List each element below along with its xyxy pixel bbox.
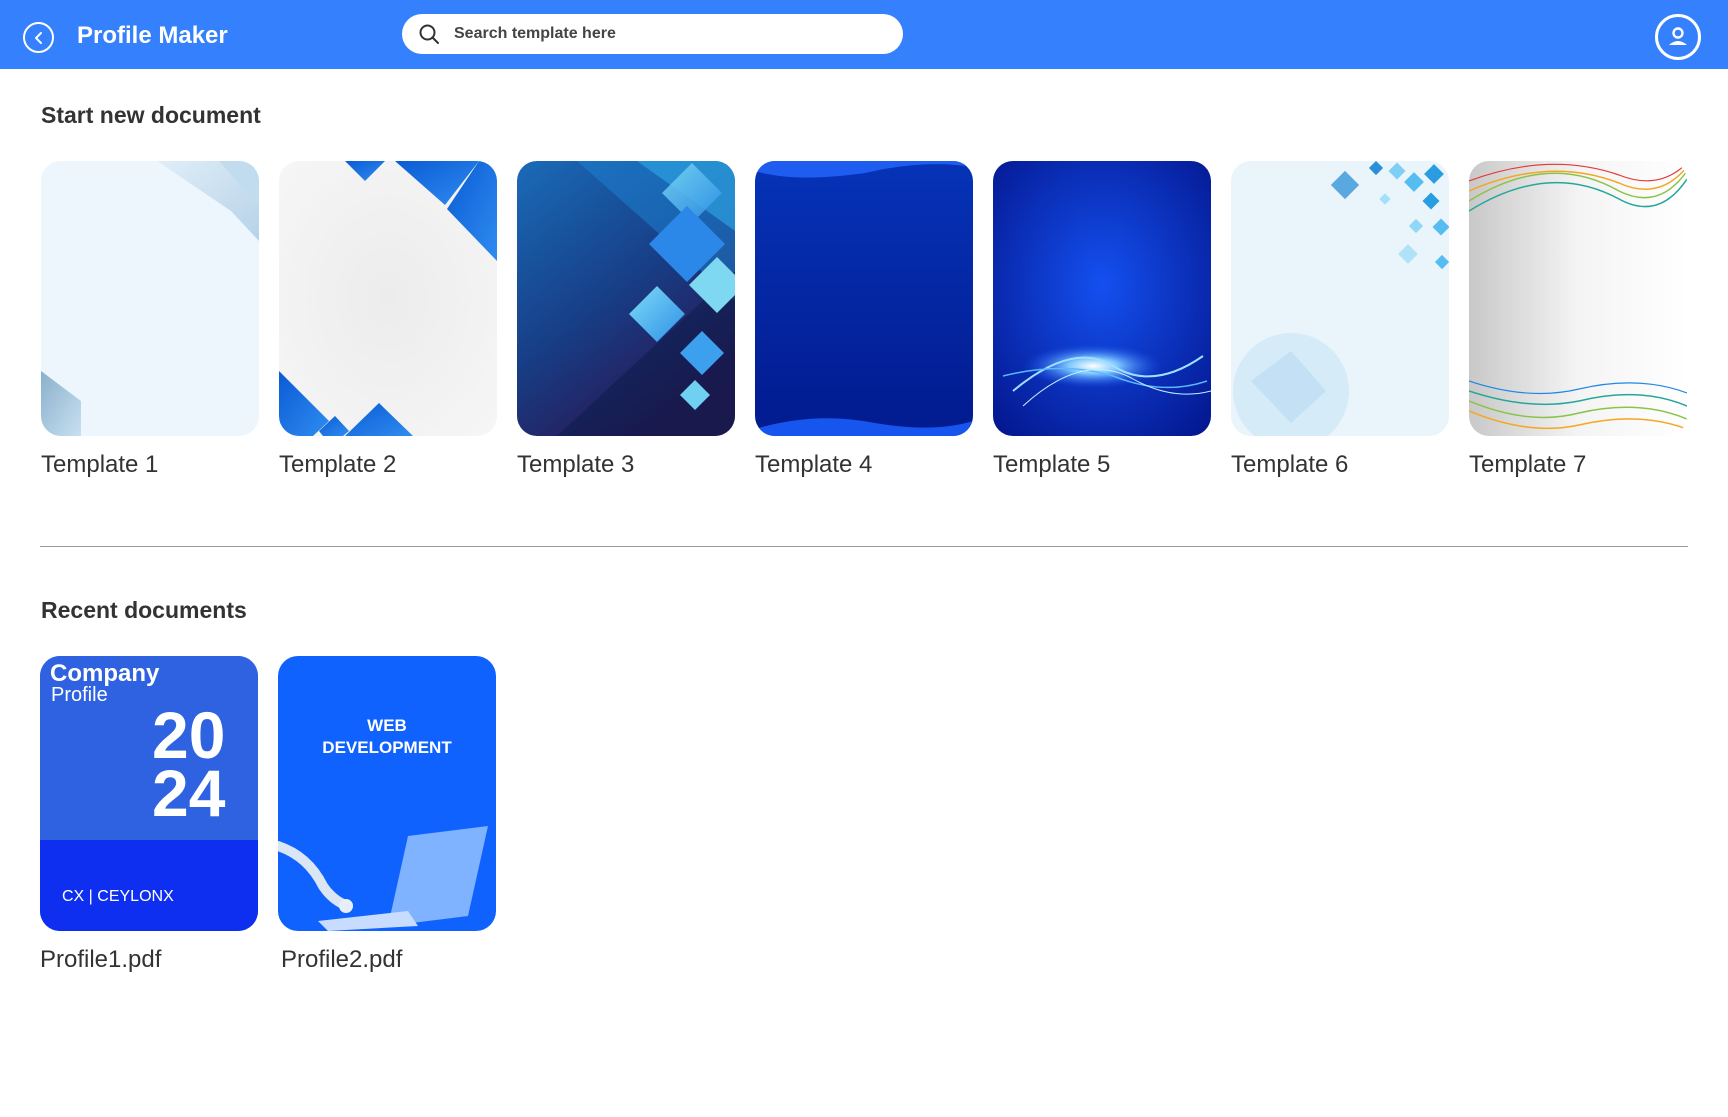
section-title-templates: Start new document [41,102,261,128]
template-label: Template 7 [1469,451,1587,478]
template-label: Template 3 [517,451,635,478]
template-thumbnail [517,161,735,436]
document-thumbnail: WEB DEVELOPMENT [278,656,496,931]
search-bar[interactable] [402,14,903,54]
template-label: Template 1 [41,451,159,478]
template-card-1[interactable]: Template 1 [41,161,259,479]
document-thumbnail: Company Profile 20 24 CX | CEYLONX [40,656,258,931]
chevron-left-icon [34,31,42,44]
back-button[interactable] [23,22,54,53]
template-card-5[interactable]: Template 5 [993,161,1211,479]
section-title-recent: Recent documents [41,597,247,623]
template-label: Template 2 [279,451,397,478]
search-input[interactable] [452,24,856,44]
template-thumbnail [755,161,973,436]
user-icon [1669,27,1687,45]
cover-brand: CX | CEYLONX [62,888,174,905]
template-card-6[interactable]: Template 6 [1231,161,1449,479]
account-button[interactable] [1655,14,1701,60]
template-thumbnail [41,161,259,436]
template-card-4[interactable]: Template 4 [755,161,973,479]
template-card-7[interactable]: Template 7 [1469,161,1687,479]
laptop-robot-illustration [278,826,488,931]
recent-document-2[interactable]: WEB DEVELOPMENT Profile2.pdf [278,656,496,974]
template-thumbnail [1231,161,1449,436]
template-label: Template 6 [1231,451,1349,478]
search-icon [419,24,439,44]
cover-year-bottom: 24 [152,756,226,830]
template-thumbnail [1469,161,1687,436]
template-card-3[interactable]: Template 3 [517,161,735,479]
template-card-2[interactable]: Template 2 [279,161,497,479]
section-divider [40,546,1688,547]
recent-document-1[interactable]: Company Profile 20 24 CX | CEYLONX Profi… [40,656,258,974]
template-label: Template 4 [755,451,873,478]
template-thumbnail [993,161,1211,436]
template-thumbnail [279,161,497,436]
cover-title-line2: Profile [51,684,108,706]
top-bar: Profile Maker [0,0,1728,69]
app-title: Profile Maker [77,22,228,49]
cover-title-line2: DEVELOPMENT [322,738,452,757]
document-label: Profile2.pdf [281,946,403,973]
template-label: Template 5 [993,451,1111,478]
cover-title-line1: WEB [367,716,407,735]
document-label: Profile1.pdf [40,946,162,973]
